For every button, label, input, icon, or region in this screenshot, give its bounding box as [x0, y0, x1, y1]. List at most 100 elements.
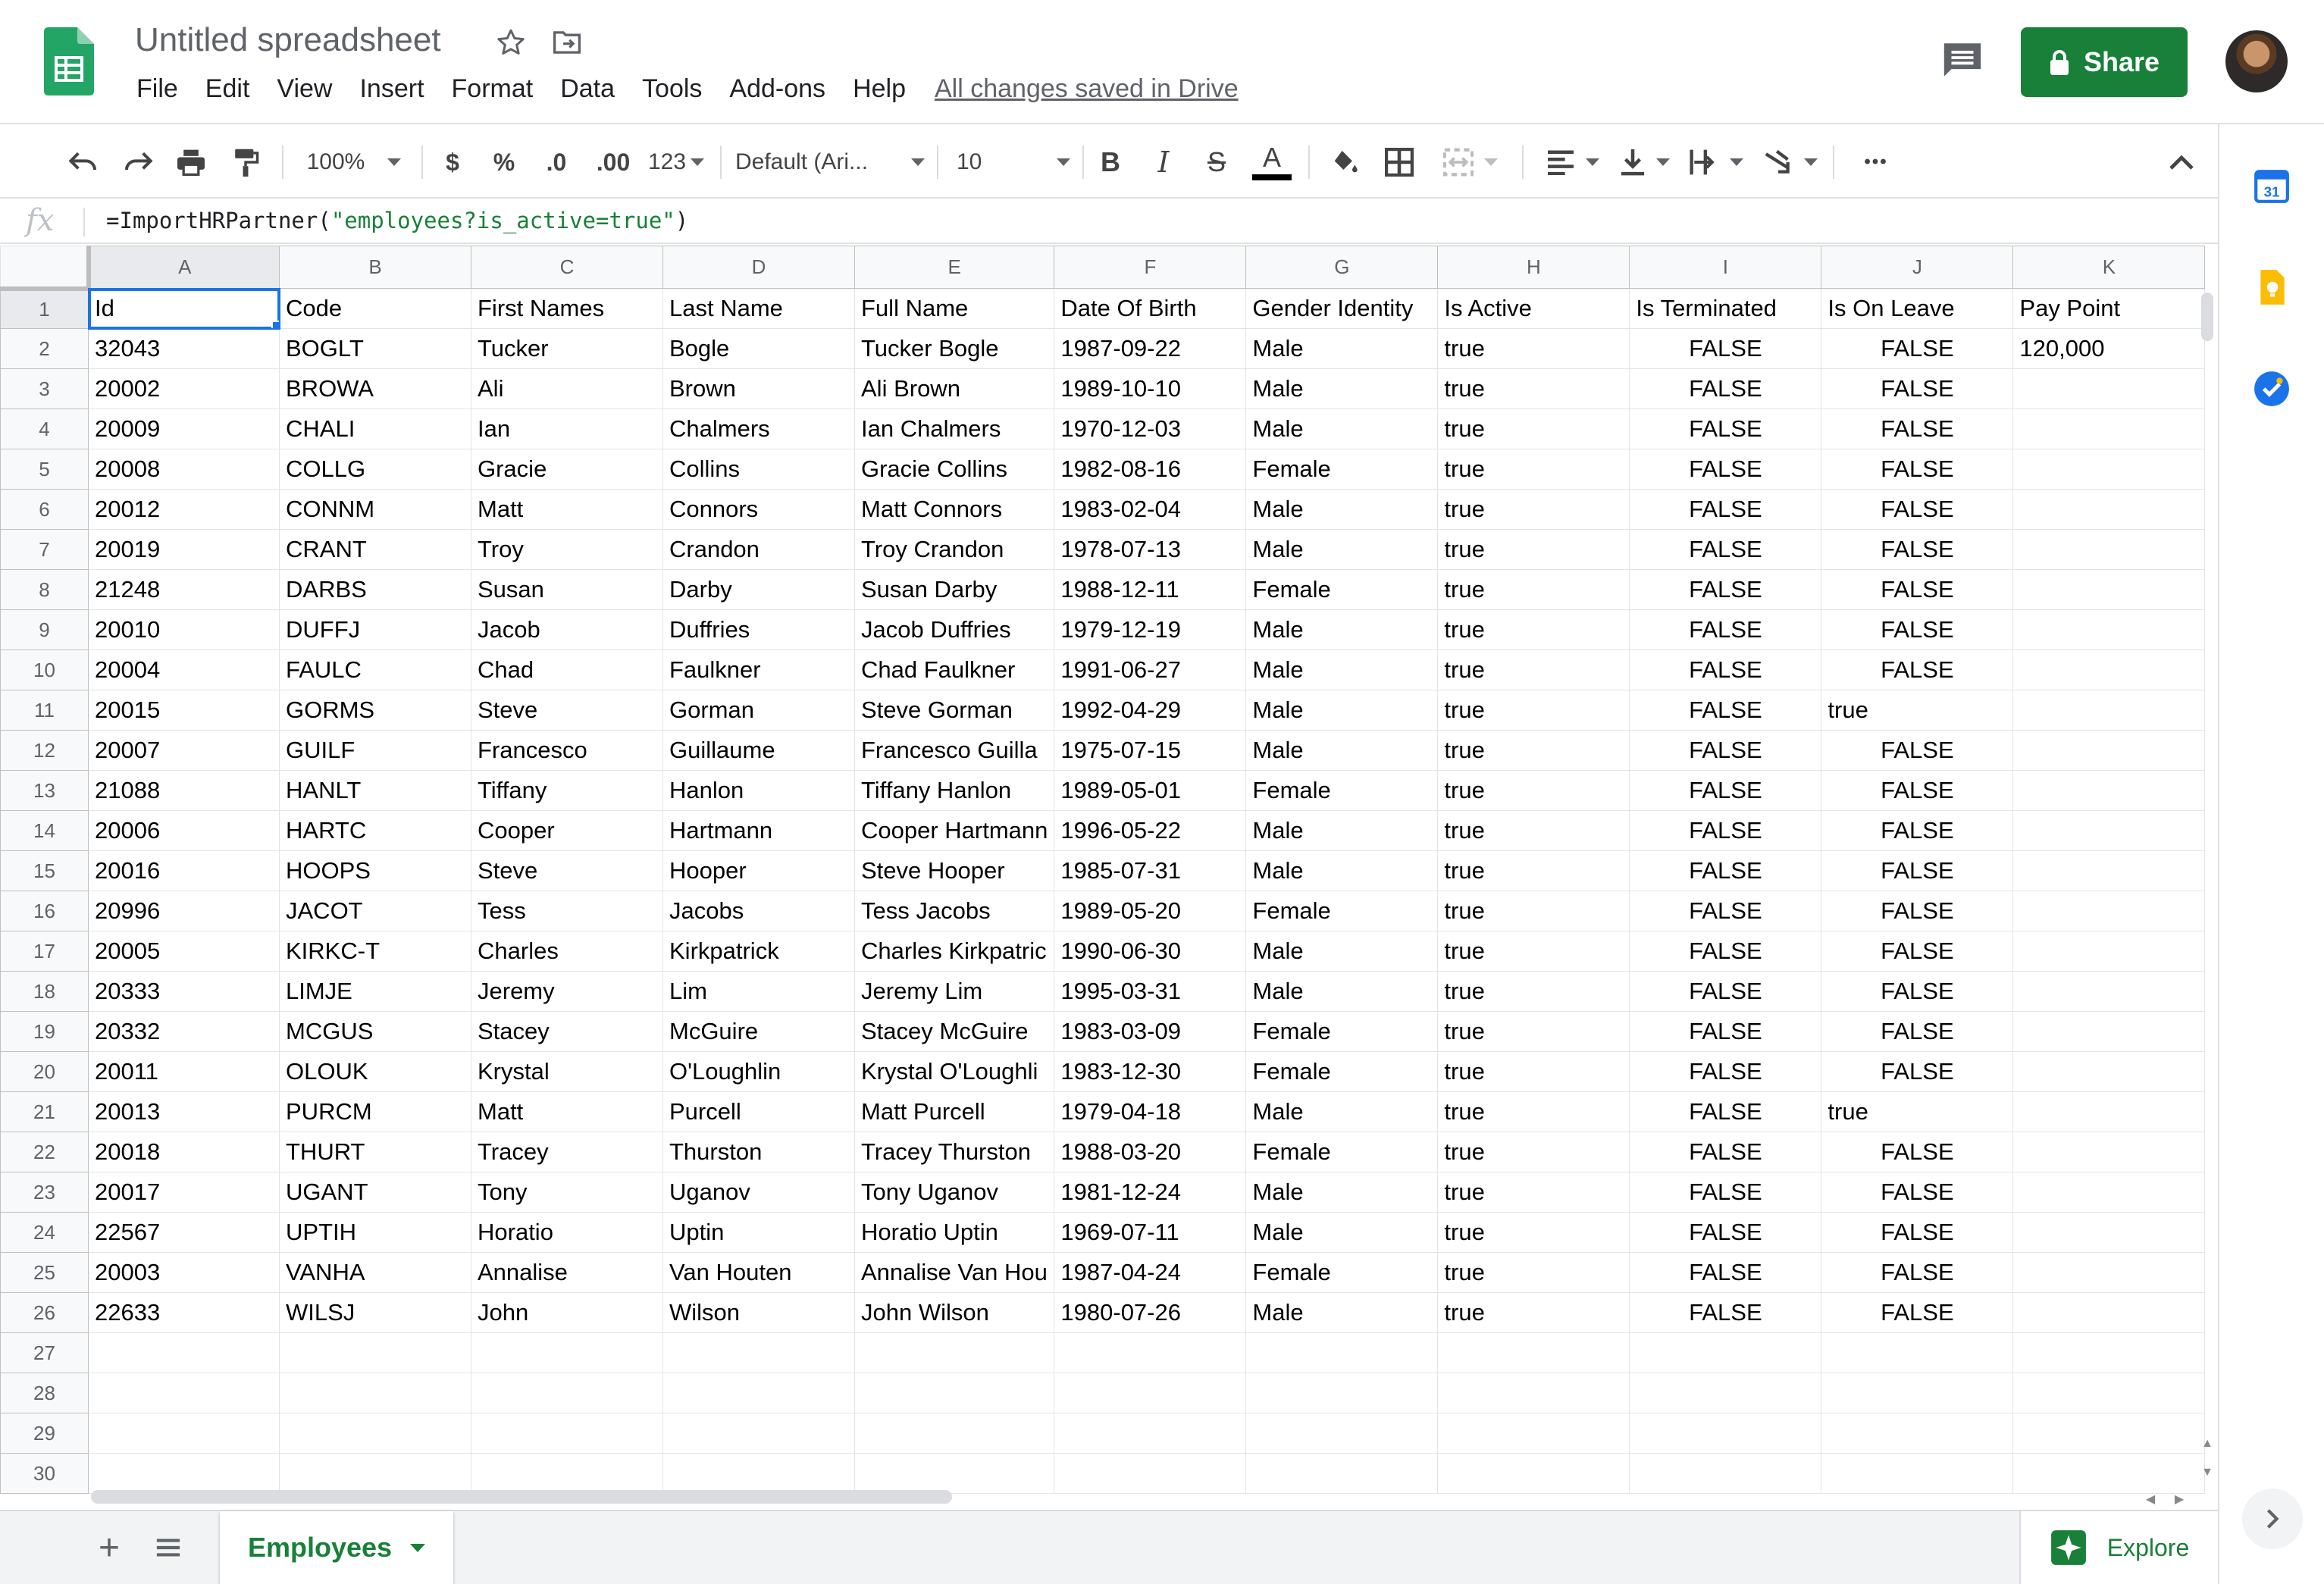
cell-b18[interactable]: LIMJE: [279, 971, 471, 1012]
cell-d13[interactable]: Hanlon: [662, 770, 855, 811]
cell-a3[interactable]: 20002: [88, 368, 280, 409]
cell-g4[interactable]: Male: [1245, 409, 1439, 449]
cell-d29[interactable]: [662, 1413, 855, 1454]
cell-i25[interactable]: FALSE: [1629, 1252, 1822, 1293]
cell-h13[interactable]: true: [1437, 770, 1630, 811]
row-header[interactable]: 23: [0, 1172, 89, 1213]
cell-d23[interactable]: Uganov: [662, 1172, 855, 1213]
italic-button[interactable]: I: [1145, 126, 1182, 199]
fill-color-icon[interactable]: [1323, 126, 1366, 199]
cell-k27[interactable]: [2012, 1332, 2206, 1373]
cell-b15[interactable]: HOOPS: [279, 850, 471, 891]
cell-j12[interactable]: FALSE: [1821, 730, 2014, 771]
cell-k1[interactable]: Pay Point: [2012, 288, 2206, 329]
cell-i18[interactable]: FALSE: [1629, 971, 1822, 1012]
cell-j5[interactable]: FALSE: [1821, 449, 2014, 490]
row-header[interactable]: 2: [0, 328, 89, 369]
cell-i1[interactable]: Is Terminated: [1629, 288, 1822, 329]
cell-d4[interactable]: Chalmers: [662, 409, 855, 449]
cell-k9[interactable]: [2012, 609, 2206, 650]
cell-c4[interactable]: Ian: [471, 409, 663, 449]
cell-h15[interactable]: true: [1437, 850, 1630, 891]
cell-a8[interactable]: 21248: [88, 569, 280, 610]
cell-j19[interactable]: FALSE: [1821, 1011, 2014, 1052]
cell-a16[interactable]: 20996: [88, 891, 280, 931]
cell-g15[interactable]: Male: [1245, 850, 1439, 891]
text-rotation-icon[interactable]: [1759, 126, 1822, 199]
cell-f9[interactable]: 1979-12-19: [1054, 609, 1247, 650]
cell-k7[interactable]: [2012, 529, 2206, 570]
cell-g22[interactable]: Female: [1245, 1132, 1439, 1172]
cell-c18[interactable]: Jeremy: [471, 971, 663, 1012]
cell-f4[interactable]: 1970-12-03: [1054, 409, 1247, 449]
cell-b30[interactable]: [279, 1453, 471, 1494]
cell-c26[interactable]: John: [471, 1292, 663, 1333]
cell-j23[interactable]: FALSE: [1821, 1172, 2014, 1213]
menu-add-ons[interactable]: Add-ons: [716, 74, 839, 104]
cell-e15[interactable]: Steve Hooper: [853, 850, 1055, 891]
cell-g28[interactable]: [1245, 1373, 1439, 1413]
cell-h25[interactable]: true: [1437, 1252, 1630, 1293]
cell-b3[interactable]: BROWA: [279, 368, 471, 409]
scroll-left-arrow-icon[interactable]: ◀: [2146, 1492, 2155, 1507]
cell-k15[interactable]: [2012, 850, 2206, 891]
cell-g9[interactable]: Male: [1245, 609, 1439, 650]
cell-h16[interactable]: true: [1437, 891, 1630, 931]
cell-g6[interactable]: Male: [1245, 489, 1439, 530]
cell-a24[interactable]: 22567: [88, 1212, 280, 1253]
cell-f24[interactable]: 1969-07-11: [1054, 1212, 1247, 1253]
cell-i11[interactable]: FALSE: [1629, 690, 1822, 731]
cell-h22[interactable]: true: [1437, 1132, 1630, 1172]
cell-h26[interactable]: true: [1437, 1292, 1630, 1333]
scroll-right-arrow-icon[interactable]: ▶: [2175, 1492, 2184, 1507]
row-header[interactable]: 3: [0, 368, 89, 409]
cell-k17[interactable]: [2012, 931, 2206, 972]
cell-a26[interactable]: 22633: [88, 1292, 280, 1333]
calendar-icon[interactable]: 31: [2253, 167, 2291, 205]
row-header[interactable]: 21: [0, 1091, 89, 1132]
cell-a29[interactable]: [88, 1413, 280, 1454]
cell-i20[interactable]: FALSE: [1629, 1051, 1822, 1092]
menu-format[interactable]: Format: [438, 74, 547, 104]
cell-j22[interactable]: FALSE: [1821, 1132, 2014, 1172]
cell-a12[interactable]: 20007: [88, 730, 280, 771]
cell-a5[interactable]: 20008: [88, 449, 280, 490]
cell-e28[interactable]: [853, 1373, 1055, 1413]
row-header[interactable]: 1: [0, 288, 89, 329]
vertical-scrollbar-thumb[interactable]: [2201, 293, 2213, 341]
row-header[interactable]: 4: [0, 409, 89, 449]
cell-i7[interactable]: FALSE: [1629, 529, 1822, 570]
row-header[interactable]: 14: [0, 810, 89, 851]
add-sheet-button[interactable]: +: [89, 1528, 129, 1568]
cell-f16[interactable]: 1989-05-20: [1054, 891, 1247, 931]
row-header[interactable]: 9: [0, 609, 89, 650]
cell-d16[interactable]: Jacobs: [662, 891, 855, 931]
cell-k13[interactable]: [2012, 770, 2206, 811]
cell-f19[interactable]: 1983-03-09: [1054, 1011, 1247, 1052]
cell-k14[interactable]: [2012, 810, 2206, 851]
cell-k12[interactable]: [2012, 730, 2206, 771]
cell-e21[interactable]: Matt Purcell: [853, 1091, 1055, 1132]
cell-f20[interactable]: 1983-12-30: [1054, 1051, 1247, 1092]
cell-f11[interactable]: 1992-04-29: [1054, 690, 1247, 731]
cell-h24[interactable]: true: [1437, 1212, 1630, 1253]
cell-i2[interactable]: FALSE: [1629, 328, 1822, 369]
cell-b12[interactable]: GUILF: [279, 730, 471, 771]
cell-a7[interactable]: 20019: [88, 529, 280, 570]
cell-d12[interactable]: Guillaume: [662, 730, 855, 771]
cell-a20[interactable]: 20011: [88, 1051, 280, 1092]
row-header[interactable]: 15: [0, 850, 89, 891]
cell-d10[interactable]: Faulkner: [662, 650, 855, 690]
cell-g2[interactable]: Male: [1245, 328, 1439, 369]
cell-f28[interactable]: [1054, 1373, 1247, 1413]
row-header[interactable]: 29: [0, 1413, 89, 1454]
cell-e16[interactable]: Tess Jacobs: [853, 891, 1055, 931]
cell-f25[interactable]: 1987-04-24: [1054, 1252, 1247, 1293]
cell-i3[interactable]: FALSE: [1629, 368, 1822, 409]
cell-d9[interactable]: Duffries: [662, 609, 855, 650]
cell-k20[interactable]: [2012, 1051, 2206, 1092]
cell-i8[interactable]: FALSE: [1629, 569, 1822, 610]
cell-k25[interactable]: [2012, 1252, 2206, 1293]
share-button[interactable]: Share: [2021, 27, 2188, 97]
column-header-f[interactable]: F: [1054, 246, 1247, 289]
